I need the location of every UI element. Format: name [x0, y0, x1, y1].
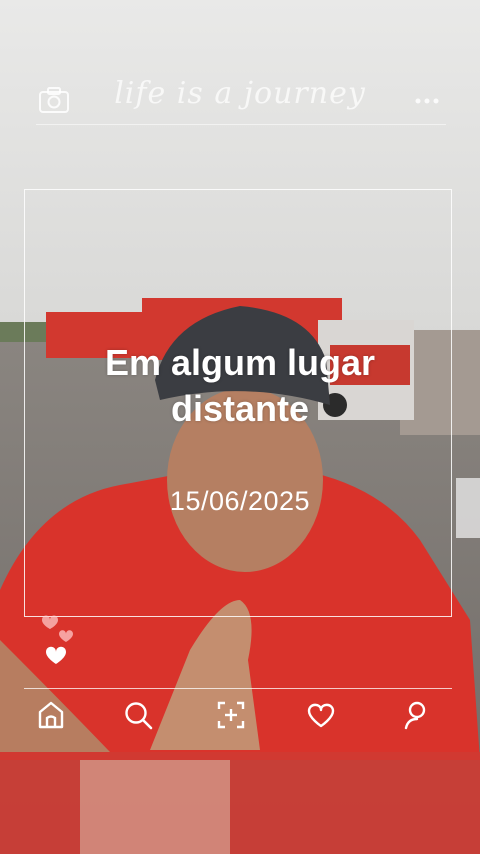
brand-logo-text: life is a journey [114, 76, 366, 111]
add-post-icon[interactable] [216, 700, 246, 730]
more-dots-icon[interactable] [414, 96, 440, 106]
post-date: 15/06/2025 [169, 486, 311, 516]
home-icon[interactable] [36, 700, 66, 730]
search-icon[interactable] [123, 700, 153, 730]
heart-icon[interactable] [306, 700, 336, 730]
nav-divider [24, 688, 452, 689]
profile-icon[interactable] [402, 700, 432, 730]
post-headline: Em algum lugar distante [104, 342, 376, 429]
heart-icon[interactable] [38, 608, 82, 670]
header-divider [36, 124, 446, 125]
